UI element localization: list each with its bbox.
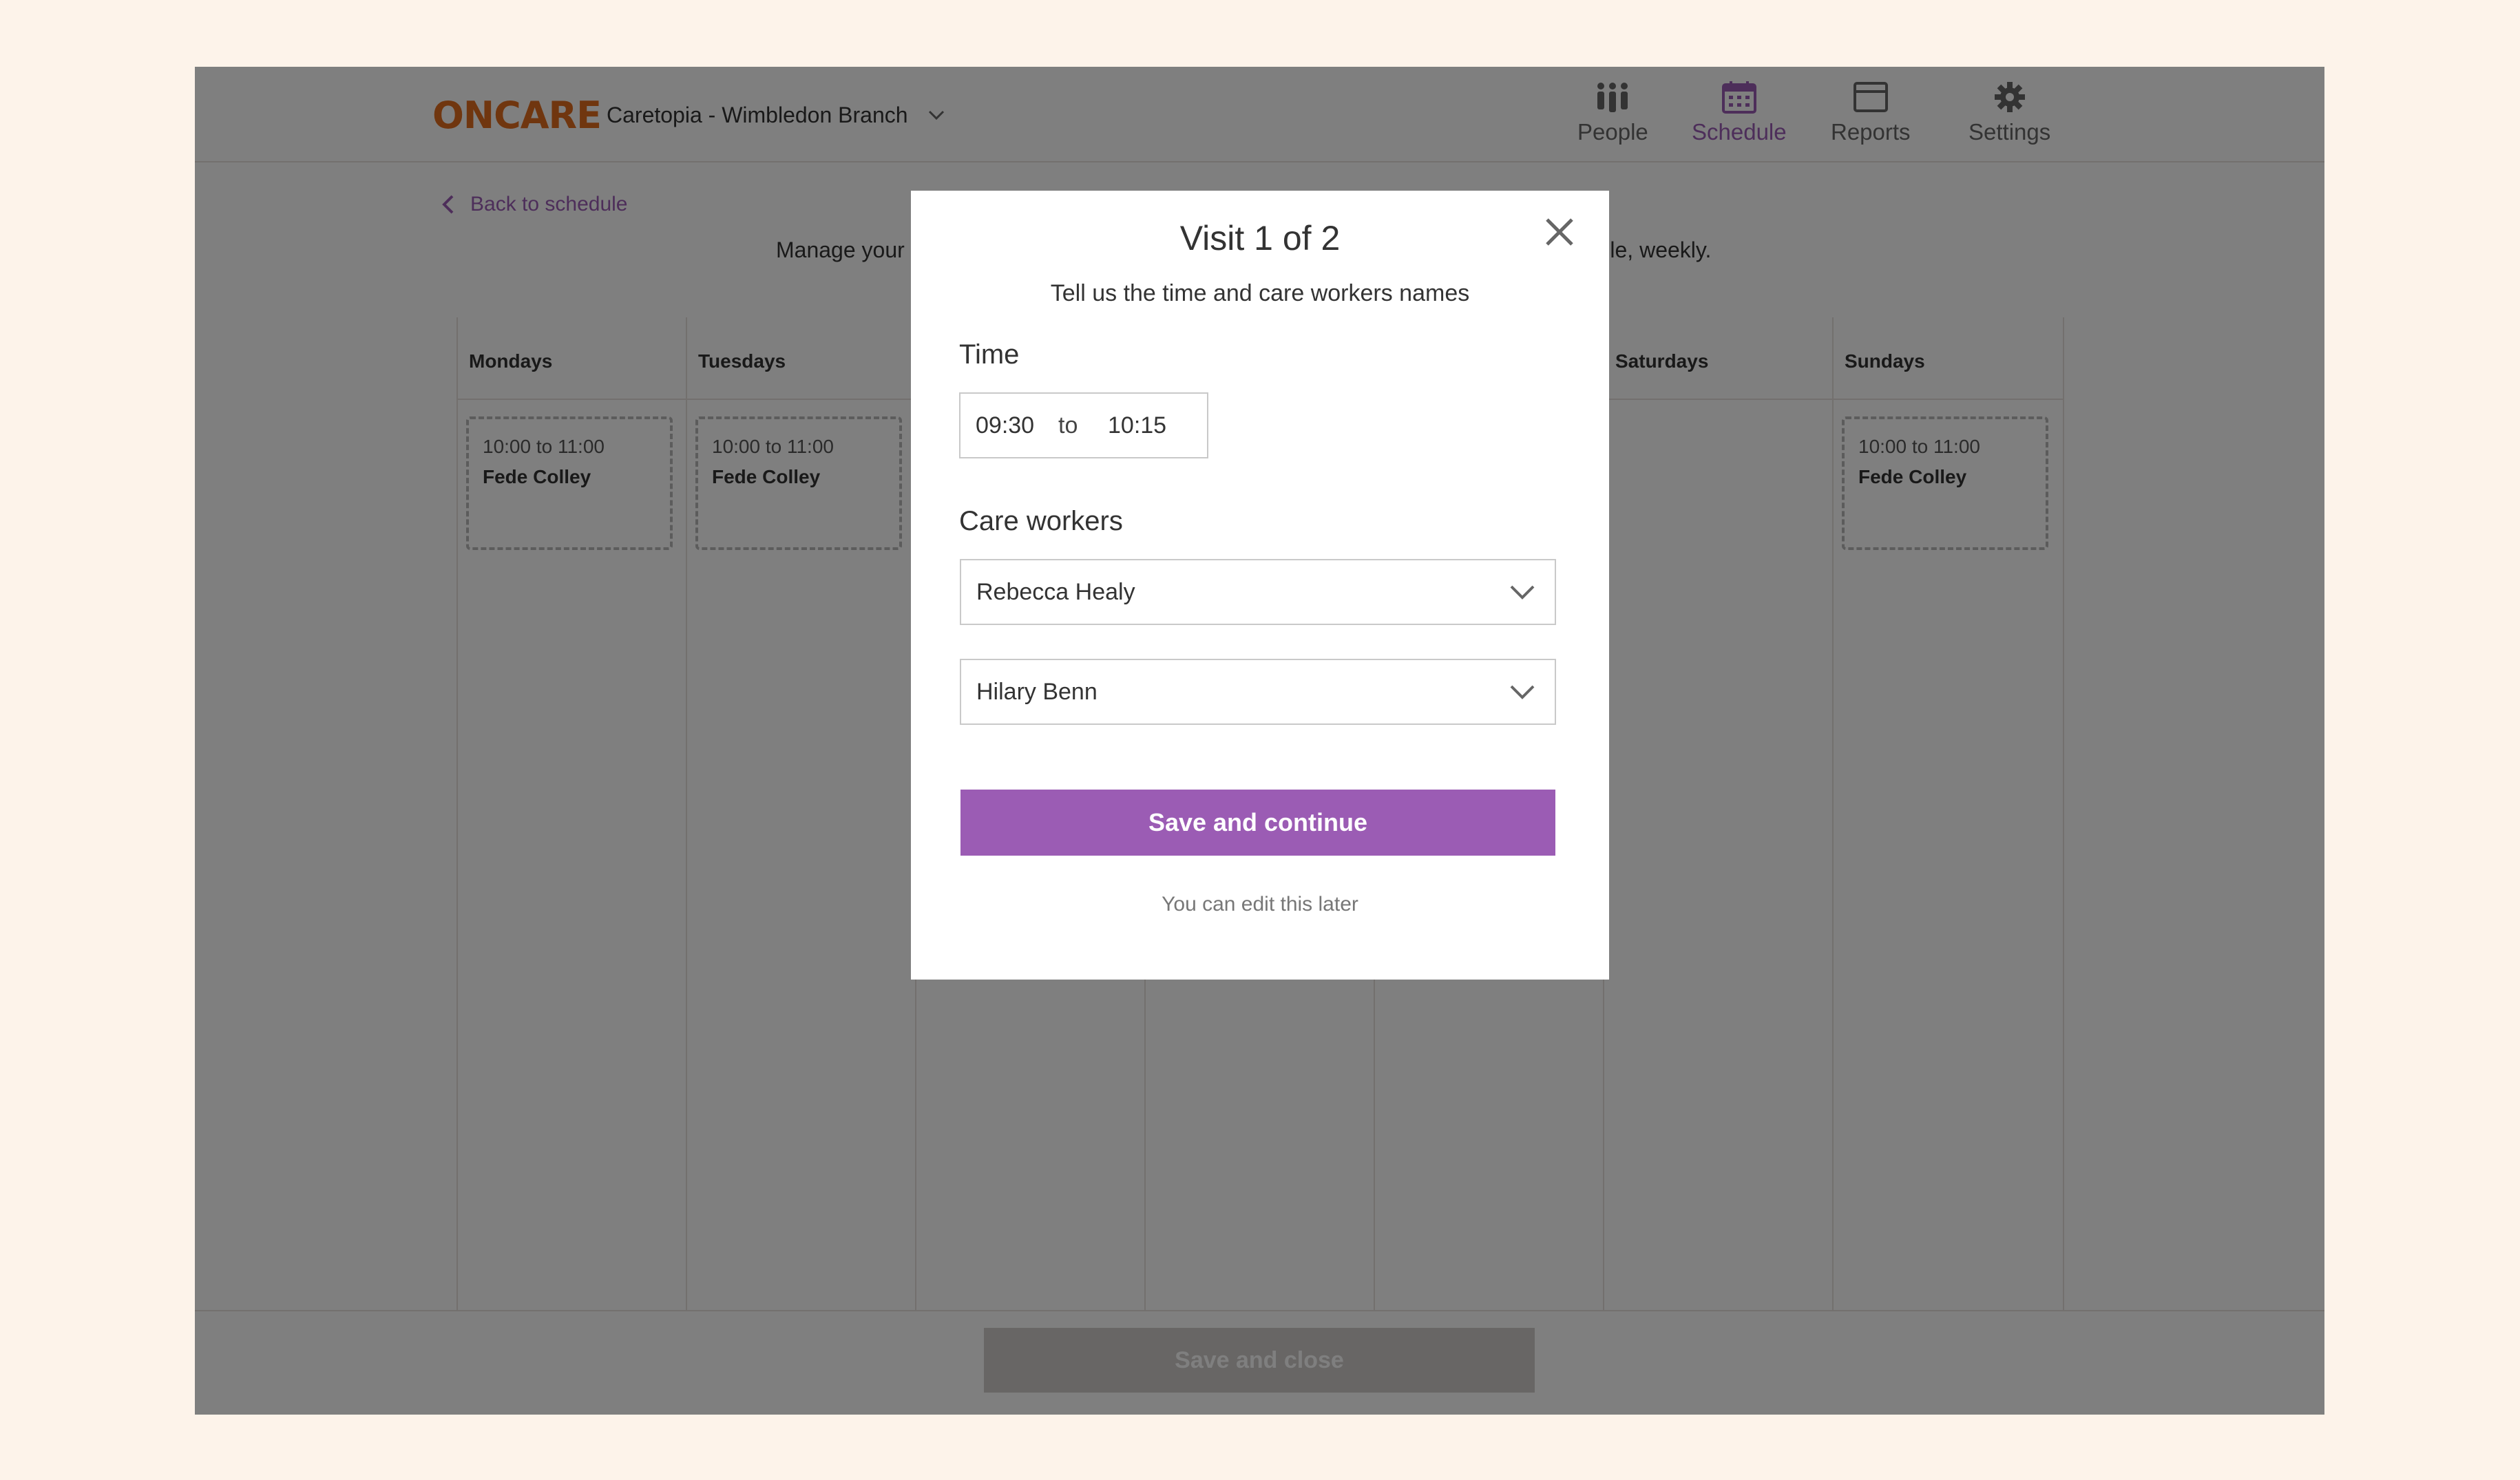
chevron-down-icon	[1510, 585, 1535, 600]
modal-title: Visit 1 of 2	[1179, 219, 1341, 257]
selected-worker: Rebecca Healy	[976, 578, 1135, 605]
save-and-continue-button[interactable]: Save and continue	[960, 790, 1555, 856]
visit-modal: Visit 1 of 2 Tell us the time and care w…	[911, 191, 1609, 980]
app-window: ONCARE Caretopia - Wimbledon Branch Peop…	[195, 67, 2324, 1415]
time-range-field: 09:30 to 10:15	[959, 392, 1208, 458]
time-separator: to	[1058, 412, 1078, 438]
care-worker-select-1[interactable]: Rebecca Healy	[960, 559, 1556, 625]
selected-worker: Hilary Benn	[976, 678, 1098, 705]
chevron-down-icon	[1510, 685, 1535, 699]
edit-later-note: You can edit this later	[1162, 893, 1358, 916]
close-icon[interactable]	[1543, 215, 1576, 249]
care-worker-select-2[interactable]: Hilary Benn	[960, 659, 1556, 725]
time-label: Time	[959, 339, 1020, 370]
end-time-input[interactable]: 10:15	[1108, 412, 1190, 439]
care-workers-label: Care workers	[959, 506, 1123, 536]
modal-subtitle: Tell us the time and care workers names	[1050, 280, 1470, 306]
start-time-input[interactable]: 09:30	[976, 412, 1058, 439]
